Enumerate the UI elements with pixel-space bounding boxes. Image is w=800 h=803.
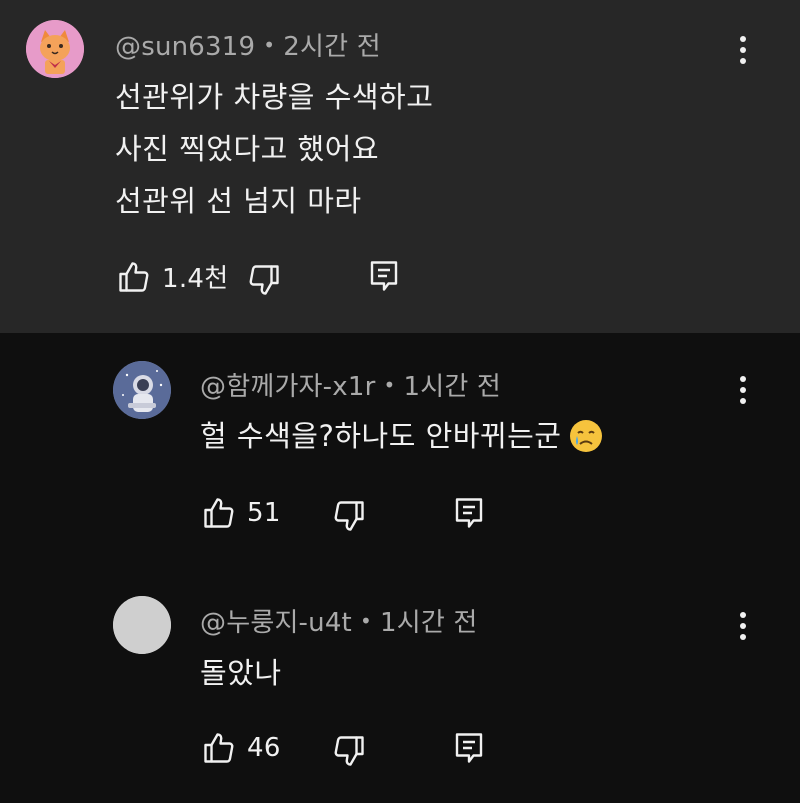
more-vertical-icon[interactable] xyxy=(733,609,753,643)
dislike-button[interactable] xyxy=(331,498,367,534)
avatar[interactable] xyxy=(113,361,171,419)
gray-circle-avatar-icon xyxy=(113,596,171,654)
dislike-button[interactable] xyxy=(246,262,282,298)
thumbs-down-icon xyxy=(334,736,364,766)
comment-meta: @누룽지-u4t • 1시간 전 xyxy=(200,602,478,639)
comment-text-line: 선관위 선 넘지 마라 xyxy=(115,184,362,218)
meta-separator: • xyxy=(359,609,372,633)
like-button[interactable]: 46 xyxy=(201,730,281,766)
comment-item: @sun6319 • 2시간 전 선관위가 차량을 수색하고 사진 찍었다고 했어요… xyxy=(0,0,800,333)
comment-time: 1시간 전 xyxy=(379,608,478,638)
comment-time: 2시간 전 xyxy=(283,32,381,62)
dislike-button[interactable] xyxy=(331,733,367,769)
comment-text-line: 헐 수색을?하나도 안바뀌는군 xyxy=(200,413,604,455)
reply-icon xyxy=(370,261,398,291)
thumbs-down-icon xyxy=(249,265,279,295)
comment-time: 1시간 전 xyxy=(403,372,502,402)
comment-meta: @함께가자-x1r • 1시간 전 xyxy=(200,366,501,403)
author-name[interactable]: @누룽지-u4t xyxy=(200,608,352,638)
astronaut-avatar-icon xyxy=(113,361,171,419)
avatar[interactable] xyxy=(113,596,171,654)
thumbs-down-icon xyxy=(334,501,364,531)
author-name[interactable]: @sun6319 xyxy=(115,32,255,62)
reply-icon xyxy=(455,733,483,763)
reply-icon xyxy=(455,498,483,528)
comment-text-line: 돌았나 xyxy=(200,656,282,690)
crying-face-emoji xyxy=(569,420,602,452)
meta-separator: • xyxy=(383,373,396,397)
comment-text: 헐 수색을?하나도 안바뀌는군 xyxy=(200,419,562,453)
reply-item: @누룽지-u4t • 1시간 전 돌았나 46 xyxy=(0,570,800,803)
like-button[interactable]: 1.4천 xyxy=(116,258,228,295)
author-name[interactable]: @함께가자-x1r xyxy=(200,372,375,402)
reply-item: @함께가자-x1r • 1시간 전 헐 수색을?하나도 안바뀌는군 51 xyxy=(0,333,800,570)
reply-button[interactable] xyxy=(451,495,487,531)
comment-text-line: 사진 찍었다고 했어요 xyxy=(115,132,380,166)
like-count: 46 xyxy=(247,733,281,763)
thumbs-up-icon xyxy=(119,261,149,292)
meta-separator: • xyxy=(263,33,276,57)
reply-button[interactable] xyxy=(366,258,402,294)
like-count: 1.4천 xyxy=(162,264,229,294)
comment-text-line: 선관위가 차량을 수색하고 xyxy=(115,80,434,114)
like-count: 51 xyxy=(247,498,281,528)
avatar[interactable] xyxy=(26,20,84,78)
thumbs-up-icon xyxy=(204,498,234,528)
thumbs-up-icon xyxy=(204,733,234,763)
more-vertical-icon[interactable] xyxy=(733,33,753,67)
more-vertical-icon[interactable] xyxy=(733,373,753,407)
like-button[interactable]: 51 xyxy=(201,495,281,531)
comment-meta: @sun6319 • 2시간 전 xyxy=(115,26,381,63)
reply-button[interactable] xyxy=(451,730,487,766)
cat-avatar-icon xyxy=(26,20,84,78)
